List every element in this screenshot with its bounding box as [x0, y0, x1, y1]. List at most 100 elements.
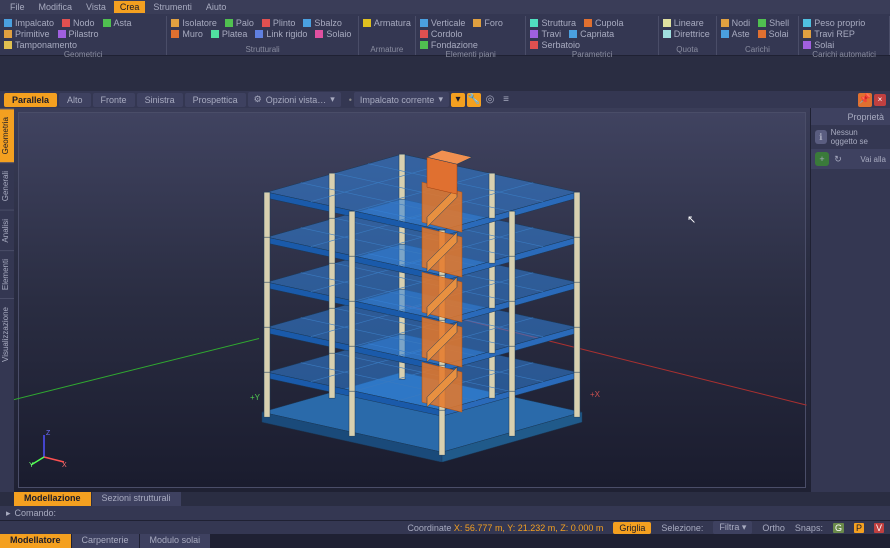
pin-button[interactable]: 📌 — [858, 93, 872, 107]
ribbon-item-label: Armatura — [374, 18, 411, 28]
ribbon-nodo[interactable]: Nodo — [62, 18, 95, 28]
ribbon-item-label: Solai — [769, 29, 789, 39]
ribbon-lineare[interactable]: Lineare — [663, 18, 704, 28]
ribbon-sbalzo[interactable]: Sbalzo — [303, 18, 342, 28]
prompt-icon: ▸ — [6, 508, 11, 519]
menu-file[interactable]: File — [4, 1, 31, 13]
ribbon-peso-proprio[interactable]: Peso proprio — [803, 18, 865, 28]
filter-dropdown[interactable]: Filtra ▾ — [713, 521, 752, 534]
viewtab-prospettica[interactable]: Prospettica — [185, 93, 246, 107]
ribbon-item-label: Plinto — [273, 18, 296, 28]
ribbon-group-geometrici: Impalcato Nodo Asta Primitive PilastroTampon… — [0, 16, 167, 55]
ribbon-armatura[interactable]: Armatura — [363, 18, 411, 28]
sidetab-geometria[interactable]: Geometria — [0, 108, 14, 162]
viewtab-alto[interactable]: Alto — [59, 93, 91, 107]
ribbon-group-elementi piani: VerticaleForoCordoloFondazioneElementi p… — [416, 16, 527, 55]
view-options-dropdown[interactable]: ⚙ Opzioni vista… ▾ — [248, 92, 341, 107]
target-button[interactable]: ◎ — [483, 93, 497, 107]
ribbon-travi[interactable]: Travi — [530, 29, 561, 39]
ribbon-item-label: Muro — [182, 29, 203, 39]
goto-label[interactable]: Vai alla — [847, 155, 886, 164]
ribbon-icon — [473, 19, 481, 27]
sidetab-analisi[interactable]: Analisi — [0, 210, 14, 251]
ribbon-solai[interactable]: Solai — [758, 29, 789, 39]
ribbon-muro[interactable]: Muro — [171, 29, 203, 39]
ribbon-icon — [584, 19, 592, 27]
ribbon-icon — [4, 19, 12, 27]
ribbon-struttura[interactable]: Struttura — [530, 18, 576, 28]
sidetab-generali[interactable]: Generali — [0, 162, 14, 209]
doctab-carpenterie[interactable]: Carpenterie — [72, 534, 139, 548]
menu-vista[interactable]: Vista — [80, 1, 112, 13]
close-view-button[interactable]: × — [874, 94, 886, 106]
ribbon-item-label: Struttura — [541, 18, 576, 28]
axis-gizmo[interactable]: Z X Y — [29, 427, 69, 467]
ribbon-icon — [4, 41, 12, 49]
ribbon-pilastro[interactable]: Pilastro — [58, 29, 99, 39]
ribbon-verticale[interactable]: Verticale — [420, 18, 466, 28]
ribbon-asta[interactable]: Asta — [103, 18, 132, 28]
menu-strumenti[interactable]: Strumenti — [147, 1, 198, 13]
doctab-modulo-solai[interactable]: Modulo solai — [140, 534, 211, 548]
ribbon-link-rigido[interactable]: Link rigido — [255, 29, 307, 39]
3d-viewport[interactable]: +X +Y ↖ Z X Y — [14, 108, 810, 492]
ribbon-solaio[interactable]: Solaio — [315, 29, 351, 39]
bottomtab-sezioni[interactable]: Sezioni strutturali — [92, 492, 181, 506]
ribbon-item-label: Isolatore — [182, 18, 217, 28]
menubar: File Modifica Vista Crea Strumenti Aiuto — [0, 0, 890, 14]
ribbon-travi-rep[interactable]: Travi REP — [803, 29, 855, 39]
ribbon-impalcato[interactable]: Impalcato — [4, 18, 54, 28]
doctab-modellatore[interactable]: Modellatore — [0, 534, 71, 548]
ribbon-platea[interactable]: Platea — [211, 29, 248, 39]
ribbon-fondazione[interactable]: Fondazione — [420, 40, 478, 50]
ortho-toggle[interactable]: Ortho — [762, 523, 785, 533]
ribbon-nodi[interactable]: Nodi — [721, 18, 751, 28]
ribbon-direttrice[interactable]: Direttrice — [663, 29, 710, 39]
viewtab-sinistra[interactable]: Sinistra — [137, 93, 183, 107]
ribbon-icon — [211, 30, 219, 38]
svg-text:+X: +X — [590, 390, 601, 399]
ribbon-isolatore[interactable]: Isolatore — [171, 18, 217, 28]
ribbon-foro[interactable]: Foro — [473, 18, 503, 28]
menu-crea[interactable]: Crea — [114, 1, 146, 13]
snap-v-toggle[interactable]: V — [874, 523, 884, 533]
refresh-icon[interactable]: ↻ — [833, 152, 843, 166]
ribbon-item-label: Platea — [222, 29, 248, 39]
menu-modifica[interactable]: Modifica — [33, 1, 79, 13]
wrench-button[interactable]: 🔧 — [467, 93, 481, 107]
command-input[interactable] — [60, 508, 884, 518]
menu-aiuto[interactable]: Aiuto — [200, 1, 233, 13]
viewtab-parallela[interactable]: Parallela — [4, 93, 57, 107]
gear-icon: ⚙ — [254, 94, 262, 105]
ribbon-plinto[interactable]: Plinto — [262, 18, 296, 28]
grid-toggle[interactable]: Griglia — [613, 522, 651, 534]
ribbon-capriata[interactable]: Capriata — [569, 29, 614, 39]
ribbon-item-label: Nodo — [73, 18, 95, 28]
ribbon-cordolo[interactable]: Cordolo — [420, 29, 463, 39]
plus-icon[interactable]: + — [815, 152, 829, 166]
ribbon-solai[interactable]: Solai — [803, 40, 834, 50]
level-dropdown[interactable]: Impalcato corrente ▾ — [354, 92, 449, 107]
bottomtab-modellazione[interactable]: Modellazione — [14, 492, 91, 506]
ribbon-serbatoio[interactable]: Serbatoio — [530, 40, 580, 50]
snap-p-toggle[interactable]: P — [854, 523, 864, 533]
ribbon-icon — [420, 30, 428, 38]
viewtab-fronte[interactable]: Fronte — [93, 93, 135, 107]
sidetab-elementi[interactable]: Elementi — [0, 250, 14, 298]
sidetab-visualizzazione[interactable]: Visualizzazione — [0, 298, 14, 370]
axis-z-label: Z — [46, 430, 51, 437]
ribbon-cupola[interactable]: Cupola — [584, 18, 624, 28]
ribbon-shell[interactable]: Shell — [758, 18, 789, 28]
ribbon-item-label: Peso proprio — [814, 18, 865, 28]
level-down-button[interactable]: ▾ — [451, 93, 465, 107]
layers-button[interactable]: ≡ — [499, 93, 513, 107]
axis-y-label: Y — [29, 462, 34, 467]
ribbon-item-label: Aste — [732, 29, 750, 39]
ribbon-palo[interactable]: Palo — [225, 18, 254, 28]
ribbon-icon — [255, 30, 263, 38]
ribbon-primitive[interactable]: Primitive — [4, 29, 50, 39]
ribbon-tamponamento[interactable]: Tamponamento — [4, 40, 77, 50]
ribbon-aste[interactable]: Aste — [721, 29, 750, 39]
ribbon-group-armature: ArmaturaArmature — [359, 16, 416, 55]
snap-g-toggle[interactable]: G — [833, 523, 844, 533]
